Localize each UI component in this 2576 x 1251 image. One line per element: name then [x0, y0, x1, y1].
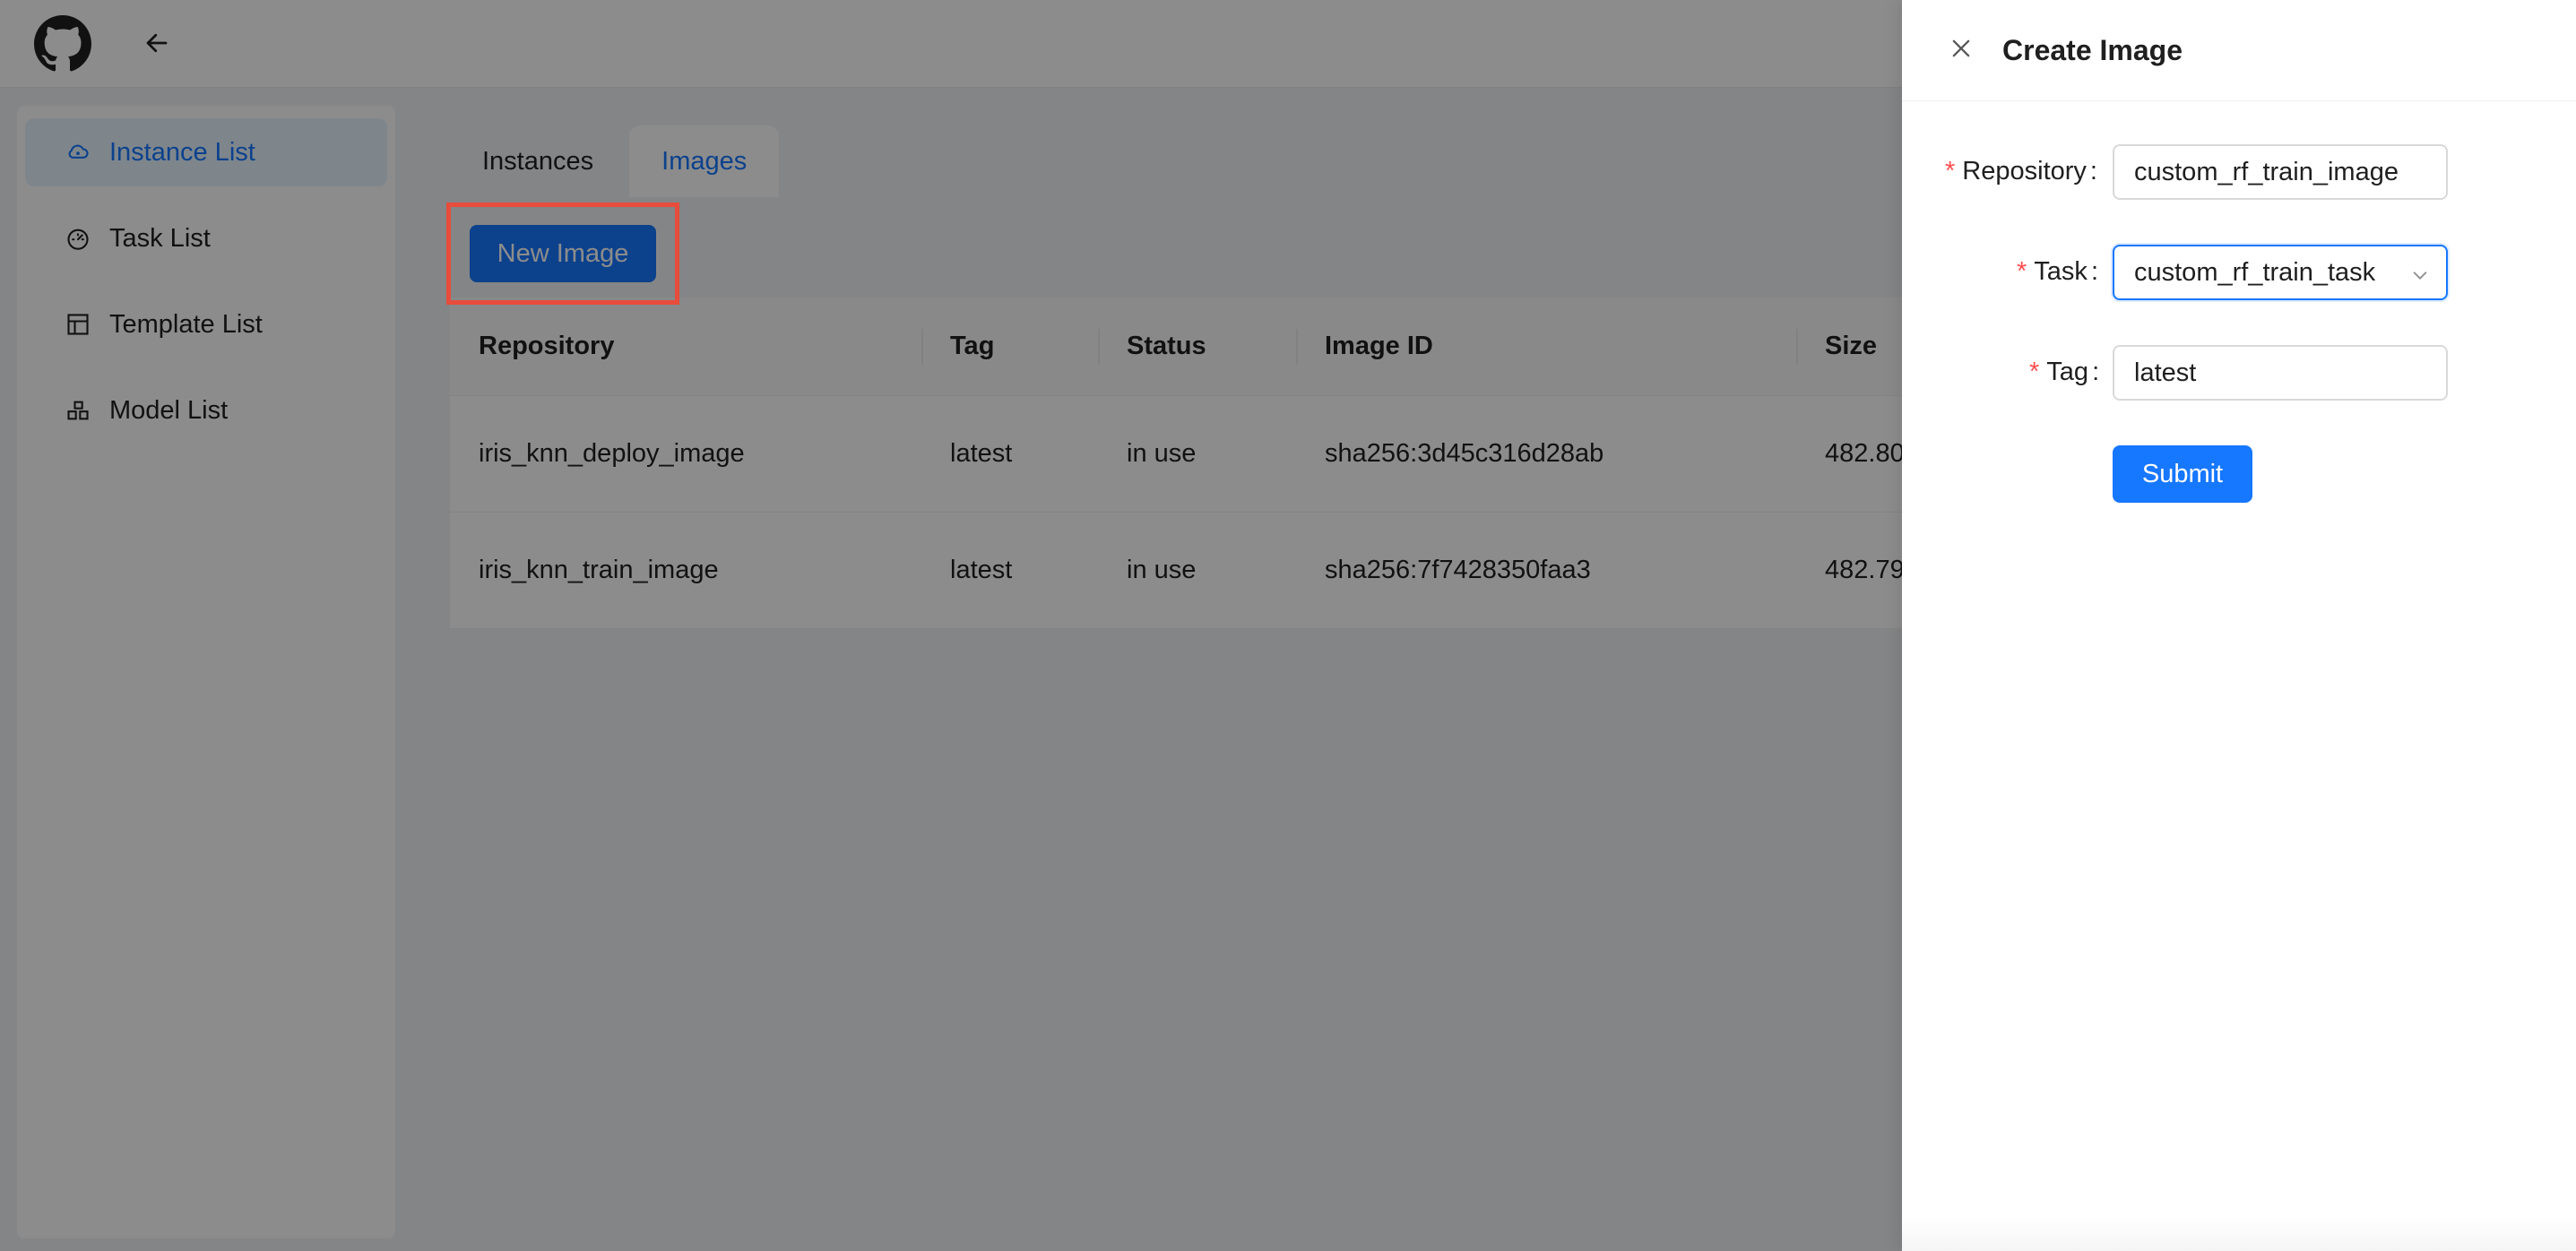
repository-label: * Repository:	[1945, 157, 2097, 185]
submit-button[interactable]: Submit	[2113, 445, 2252, 503]
drawer-header: Create Image	[1902, 0, 2576, 101]
close-button[interactable]	[1945, 34, 1977, 66]
repository-input[interactable]: custom_rf_train_image	[2113, 144, 2448, 200]
create-image-drawer: Create Image * Repository: custom_rf_trai…	[1902, 0, 2576, 1251]
chevron-down-icon	[2410, 263, 2430, 282]
task-select[interactable]: custom_rf_train_task	[2113, 245, 2448, 300]
task-label: * Task:	[2017, 257, 2098, 286]
drawer-footer	[1902, 1215, 2576, 1251]
form-row-repository: * Repository: custom_rf_train_image	[1902, 144, 2576, 200]
tag-input[interactable]: latest	[2113, 345, 2448, 401]
close-icon	[1949, 36, 1974, 65]
form-row-task: * Task: custom_rf_train_task	[1902, 245, 2576, 300]
drawer-title: Create Image	[2002, 33, 2183, 66]
tag-label: * Tag:	[2029, 358, 2100, 386]
form-row-tag: * Tag: latest	[1902, 345, 2576, 401]
